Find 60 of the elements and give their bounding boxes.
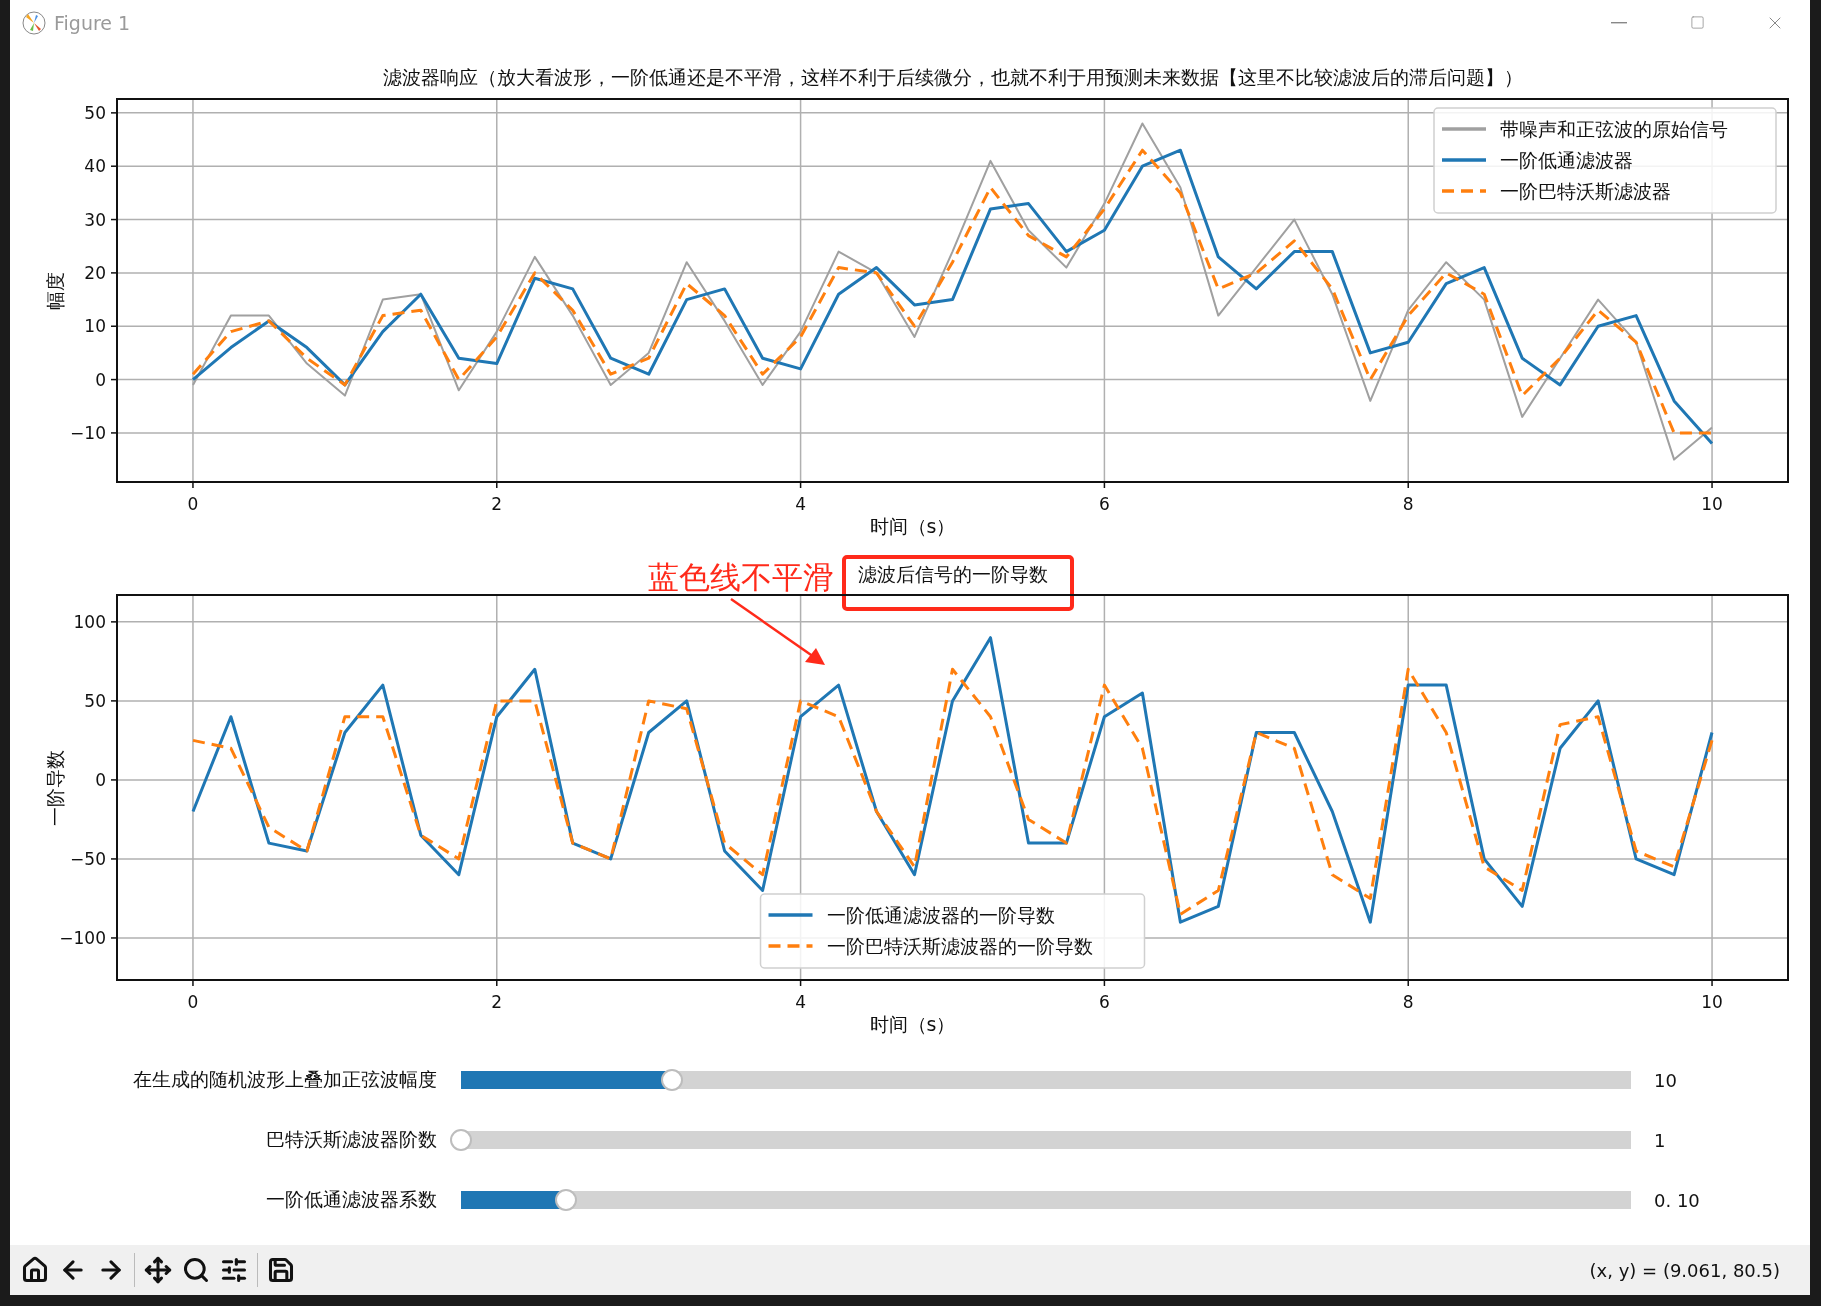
x-tick-label: 0: [187, 494, 199, 514]
slider-label: 巴特沃斯滤波器阶数: [266, 1127, 438, 1153]
slider-label: 一阶低通滤波器系数: [266, 1187, 438, 1213]
y-tick-label: 50: [84, 102, 106, 123]
x-tick-label: 10: [1701, 494, 1723, 514]
y-tick-label: 40: [84, 156, 106, 177]
slider-value: 10: [1653, 1069, 1678, 1091]
x-tick-label: 2: [491, 494, 503, 514]
y-tick-label: 20: [84, 262, 106, 283]
y-axis-label: 一阶导数: [44, 749, 66, 826]
legend-label: 一阶低通滤波器: [1500, 149, 1633, 171]
home-icon: [21, 1256, 49, 1284]
x-axis-label: 时间（s）: [869, 1013, 956, 1036]
x-tick-label: 8: [1402, 992, 1414, 1013]
legend-swatch: [768, 913, 813, 917]
slider-handle[interactable]: [450, 1129, 472, 1152]
slider-value: 1: [1653, 1129, 1667, 1151]
y-tick-label: 0: [95, 770, 106, 791]
legend-label: 带噪声和正弦波的原始信号: [1500, 118, 1728, 140]
legend-label: 一阶巴特沃斯滤波器: [1500, 180, 1671, 202]
slider-handle[interactable]: [660, 1069, 683, 1092]
slider-label: 在生成的随机波形上叠加正弦波幅度: [133, 1067, 438, 1093]
y-tick-label: 10: [84, 316, 106, 337]
x-axis-label: 时间（s）: [869, 515, 956, 537]
legend-label: 一阶低通滤波器的一阶导数: [826, 904, 1055, 927]
x-tick-label: 0: [187, 992, 199, 1013]
legend-swatch: [768, 944, 813, 948]
x-tick-label: 6: [1099, 992, 1110, 1013]
x-tick-label: 4: [795, 494, 806, 514]
sliders-icon: [220, 1256, 248, 1284]
y-axis-label: 幅度: [44, 271, 66, 310]
x-tick-label: 4: [795, 992, 806, 1013]
y-tick-label: −10: [70, 422, 106, 443]
y-tick-label: 100: [73, 612, 106, 633]
maximize-icon: [1689, 15, 1705, 30]
minimize-icon: [1611, 21, 1627, 24]
legend-swatch: [1442, 189, 1486, 193]
cursor-coordinates: (x, y) = (9.061, 80.5): [1589, 1259, 1780, 1281]
y-tick-label: −100: [59, 928, 106, 949]
y-tick-label: 0: [95, 369, 106, 390]
x-tick-label: 2: [491, 992, 503, 1013]
x-tick-label: 8: [1402, 494, 1414, 514]
legend-label: 一阶巴特沃斯滤波器的一阶导数: [826, 935, 1093, 958]
search-icon: [182, 1256, 210, 1284]
window-title: Figure 1: [54, 11, 132, 34]
chart-title: 滤波器响应（放大看波形，一阶低通还是不平滑，这样不利于后续微分，也就不利于用预测未来数据【这里不比较滤波后的滞后问题】）: [382, 66, 1523, 88]
x-tick-label: 10: [1701, 992, 1723, 1013]
slider-handle[interactable]: [555, 1189, 578, 1212]
y-tick-label: 30: [84, 209, 106, 230]
x-tick-label: 6: [1099, 494, 1110, 514]
move-icon: [144, 1256, 172, 1284]
y-tick-label: 50: [84, 691, 106, 712]
legend-swatch: [1442, 158, 1486, 162]
annotation-text: 蓝色线不平滑: [648, 558, 834, 597]
chart-title: 滤波后信号的一阶导数: [857, 563, 1048, 586]
y-tick-label: −50: [70, 849, 106, 870]
legend-swatch: [1442, 127, 1486, 131]
save-icon: [267, 1256, 295, 1284]
app-logo-icon: [22, 10, 46, 35]
slider-value: 0. 10: [1653, 1189, 1701, 1211]
